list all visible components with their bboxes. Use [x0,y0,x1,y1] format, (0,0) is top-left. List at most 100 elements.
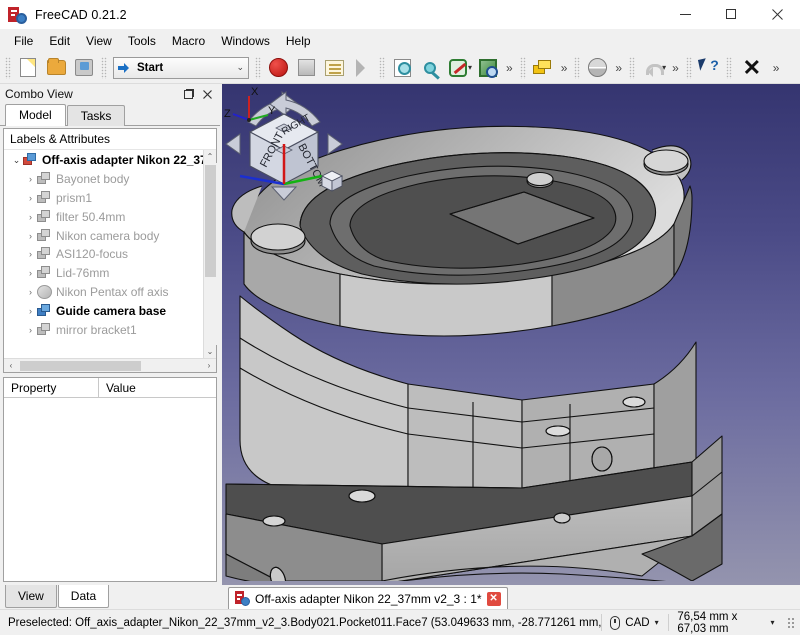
appearance-button[interactable] [583,55,611,81]
tree-list: ⌄ Off-axis adapter Nikon 22_37m › Bayone… [4,150,203,358]
combo-view-title: Combo View [5,87,73,101]
tree-item-guide-camera-base[interactable]: › Guide camera base [4,301,203,320]
tree-item-nikon-pentax-off-axis[interactable]: › Nikon Pentax off axis [4,283,203,302]
close-panel-button[interactable] [199,86,215,102]
toolbar-grip[interactable] [5,56,11,79]
dimension-indicator[interactable]: 76,54 mm x 67,03 mm ▾ [668,611,783,635]
scrollbar-thumb[interactable] [20,360,142,371]
3d-viewport[interactable]: FRONT RIGHT BOTTOM X Y Z [222,84,800,585]
minimize-button[interactable] [662,0,708,30]
axis-label-x: X [251,86,259,98]
toolbar-overflow-close[interactable]: » [769,61,784,75]
chevron-down-icon: ▾ [654,618,659,627]
tab-model[interactable]: Model [5,104,66,126]
chevron-right-icon[interactable]: › [24,174,37,184]
chevron-right-icon[interactable]: › [24,325,37,335]
menu-macro[interactable]: Macro [164,31,213,51]
status-right: CAD ▾ 76,54 mm x 67,03 mm ▾ [600,611,796,635]
navigation-style-label: CAD [625,616,650,629]
macro-edit-button[interactable] [320,55,348,81]
navigation-style-selector[interactable]: CAD ▾ [601,613,667,633]
chevron-right-icon[interactable]: › [24,212,37,222]
whats-this-button[interactable]: ? [695,55,723,81]
toolbar-grip-close[interactable] [725,56,732,79]
menu-tools[interactable]: Tools [120,31,164,51]
value-column-header[interactable]: Value [99,378,143,397]
cube-zoom-icon [479,58,499,78]
tree-item-label: Nikon Pentax off axis [56,284,169,299]
undo-arrow-icon [643,60,665,77]
property-column-header[interactable]: Property [4,378,99,397]
tree-item-bayonet-body[interactable]: › Bayonet body [4,170,203,189]
toolbar-overflow-appearance[interactable]: » [611,61,626,75]
scroll-up-arrow-icon[interactable]: ⌃ [207,150,214,163]
title-bar: FreeCAD 0.21.2 [0,0,800,30]
macro-record-button[interactable] [264,55,292,81]
toolbar-overflow-edit[interactable]: » [668,61,683,75]
solid-body-icon [37,247,52,261]
workbench-selector[interactable]: Start ⌄ [113,56,249,79]
resize-grip-icon[interactable] [786,616,796,629]
save-document-button[interactable] [70,55,98,81]
tree-item-filter-504mm[interactable]: › filter 50.4mm [4,207,203,226]
tab-view[interactable]: View [5,585,57,608]
document-tab[interactable]: Off-axis adapter Nikon 22_37mm v2_3 : 1*… [228,587,508,609]
open-document-button[interactable] [42,55,70,81]
tab-data[interactable]: Data [57,585,110,608]
toolbar-grip-edit[interactable] [629,56,636,79]
solid-body-blue-icon [37,303,52,318]
tree-item-lid-76mm[interactable]: › Lid-76mm [4,264,203,283]
chevron-right-icon[interactable]: › [24,287,37,297]
tree-item-asi120-focus[interactable]: › ASI120-focus [4,245,203,264]
scroll-left-arrow-icon[interactable]: ‹ [4,361,18,370]
float-panel-button[interactable] [181,86,197,102]
chevron-right-icon[interactable]: › [24,268,37,278]
box-zoom-button[interactable] [474,55,502,81]
new-document-button[interactable] [14,55,42,81]
macro-stop-button[interactable] [292,55,320,81]
toolbar-grip-appearance[interactable] [574,56,581,79]
toolbar-grip-workbench[interactable] [101,56,107,79]
document-tab-close-button[interactable]: ✕ [486,591,501,606]
close-button[interactable] [754,0,800,30]
draw-style-button[interactable] [529,55,557,81]
tree-item-document[interactable]: ⌄ Off-axis adapter Nikon 22_37m [4,151,203,170]
toolbar-grip-macro[interactable] [255,56,261,79]
toolbar-overflow-style[interactable]: » [557,61,572,75]
tree-item-label: Lid-76mm [56,266,110,281]
chevron-down-icon[interactable]: ⌄ [10,155,23,166]
tree-horizontal-scrollbar[interactable]: ‹ › [4,358,216,372]
chevron-right-icon[interactable]: › [24,249,37,259]
menu-windows[interactable]: Windows [213,31,278,51]
macro-execute-button[interactable] [348,55,376,81]
chevron-right-icon[interactable]: › [24,231,37,241]
scroll-down-arrow-icon[interactable]: ⌄ [207,345,214,358]
sphere-icon [587,58,607,77]
window-controls [662,0,800,30]
menu-file[interactable]: File [6,31,41,51]
tree-item-prism1[interactable]: › prism1 [4,189,203,208]
toolbar-overflow-view[interactable]: » [502,61,517,75]
scrollbar-thumb[interactable] [204,165,216,277]
tree-item-mirror-bracket1[interactable]: › mirror bracket1 [4,320,203,339]
toolbar-grip-view[interactable] [379,56,385,79]
toolbar-grip-style[interactable] [519,56,526,79]
tab-tasks[interactable]: Tasks [66,105,126,126]
tree-vertical-scrollbar[interactable]: ⌃ ⌄ [203,150,217,358]
chevron-right-icon[interactable]: › [24,306,37,316]
chevron-right-icon[interactable]: › [24,193,37,203]
clipping-none-button[interactable] [444,55,472,81]
tree-item-nikon-camera-body[interactable]: › Nikon camera body [4,226,203,245]
menu-help[interactable]: Help [278,31,319,51]
menu-view[interactable]: View [78,31,120,51]
close-document-button[interactable]: ✕ [735,55,769,81]
fit-all-button[interactable] [388,55,416,81]
menu-edit[interactable]: Edit [41,31,78,51]
model-tree: Labels & Attributes ⌄ Off-axis adapter N… [3,128,217,373]
maximize-button[interactable] [708,0,754,30]
undo-button[interactable] [638,55,666,81]
toolbar-grip-help[interactable] [685,56,692,79]
tree-header: Labels & Attributes [4,129,216,150]
fit-selection-button[interactable] [416,55,444,81]
scroll-right-arrow-icon[interactable]: › [202,361,216,370]
